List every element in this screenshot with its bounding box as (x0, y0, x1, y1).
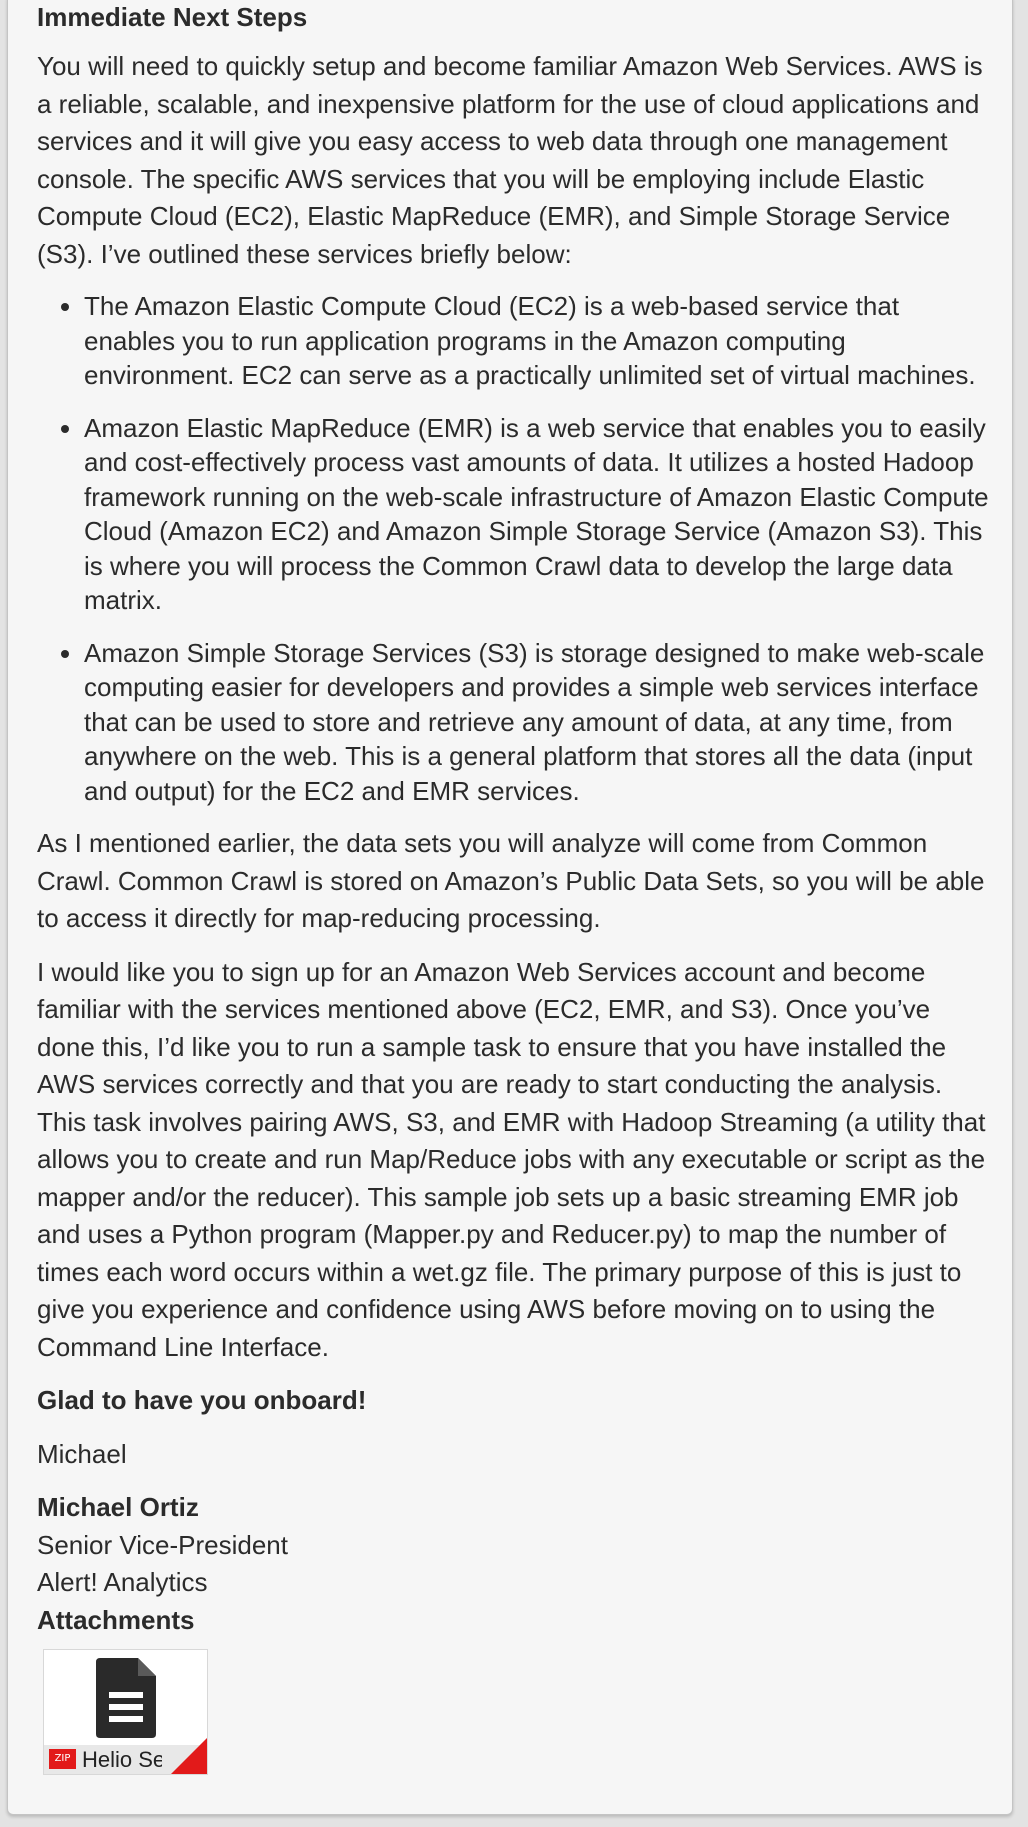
list-item-ec2: The Amazon Elastic Compute Cloud (EC2) i… (84, 289, 995, 393)
signature-title: Senior Vice-President (37, 1529, 288, 1560)
common-crawl-paragraph: As I mentioned earlier, the data sets yo… (37, 828, 985, 933)
intro-paragraph: You will need to quickly setup and becom… (37, 51, 983, 269)
attachment-tile[interactable]: ZIP Helio Se (43, 1649, 208, 1775)
zip-badge: ZIP (49, 1749, 76, 1769)
section-heading: Immediate Next Steps (37, 2, 308, 32)
signature-name: Michael Ortiz (37, 1492, 199, 1522)
closing-line: Glad to have you onboard! (37, 1385, 367, 1415)
signature-company: Alert! Analytics (37, 1567, 208, 1597)
email-body-panel: Immediate Next Steps You will need to qu… (7, 0, 1013, 1815)
attachment-file-name: Helio Se (82, 1747, 162, 1772)
signature-block: Michael Ortiz Senior Vice-President Aler… (37, 1489, 995, 1639)
attachments-label: Attachments (37, 1604, 195, 1635)
email-content: Immediate Next Steps You will need to qu… (37, 0, 995, 1775)
list-item-s3: Amazon Simple Storage Services (S3) is s… (84, 636, 995, 809)
document-icon (96, 1658, 156, 1738)
attachment-corner-flag (171, 1738, 207, 1774)
sign-off-name: Michael (37, 1438, 127, 1469)
services-list: The Amazon Elastic Compute Cloud (EC2) i… (37, 289, 995, 808)
signup-paragraph: I would like you to sign up for an Amazo… (37, 956, 986, 1362)
list-item-emr: Amazon Elastic MapReduce (EMR) is a web … (84, 411, 995, 618)
